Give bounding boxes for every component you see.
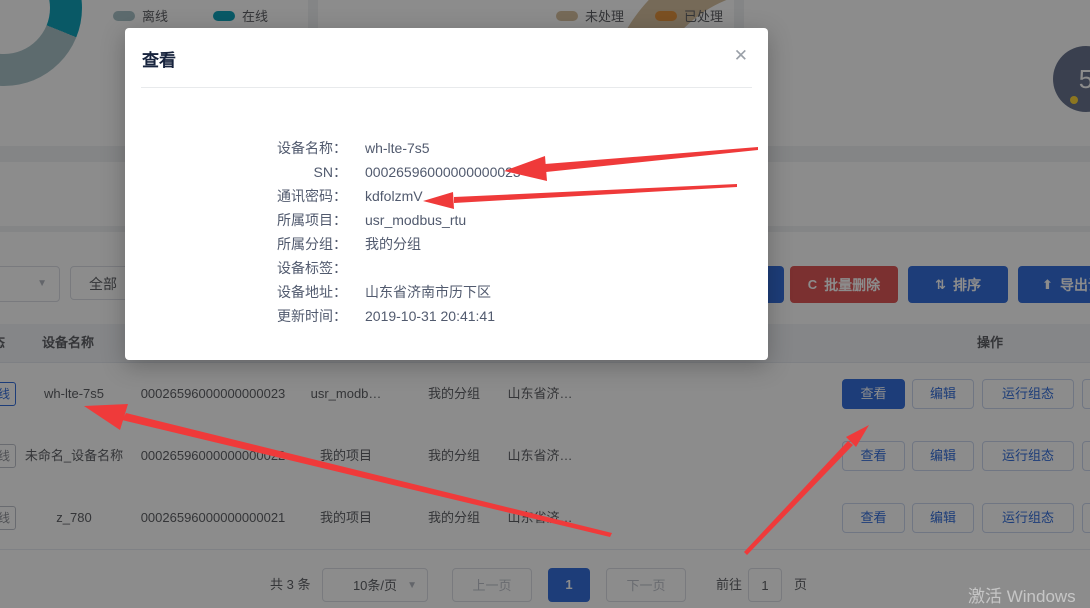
field-value: 山东省济南市历下区 [365,284,491,300]
modal-divider [141,87,752,88]
field-label: 通讯密码： [125,184,347,208]
close-icon[interactable]: ✕ [734,46,748,66]
device-management-page: 离线 在线 未处理 已处理 5 ▼ 全部 C 批量删除 ⇅ 排序 ⬆ 导出设备 … [0,0,1090,608]
field-label: 设备地址： [125,280,347,304]
field-label: 所属项目： [125,208,347,232]
field-value: wh-lte-7s5 [365,140,430,156]
field-value: usr_modbus_rtu [365,212,466,228]
field-label: SN： [125,160,347,184]
field-value: 2019-10-31 20:41:41 [365,308,495,324]
field-value: kdfolzmV [365,188,423,204]
field-label: 所属分组： [125,232,347,256]
field-value: 我的分组 [365,236,421,252]
field-label: 更新时间： [125,304,347,328]
field-label: 设备名称： [125,136,347,160]
modal-title: 查看 [142,46,176,71]
modal-body: 设备名称：wh-lte-7s5 SN：00026596000000000023 … [125,136,768,328]
field-value: 00026596000000000023 [365,164,521,180]
windows-watermark: 激活 Windows [968,582,1076,607]
field-label: 设备标签： [125,256,347,280]
view-device-modal: 查看 ✕ 设备名称： wh-lte-7s5 SN： 0002659600000000… [125,28,768,360]
